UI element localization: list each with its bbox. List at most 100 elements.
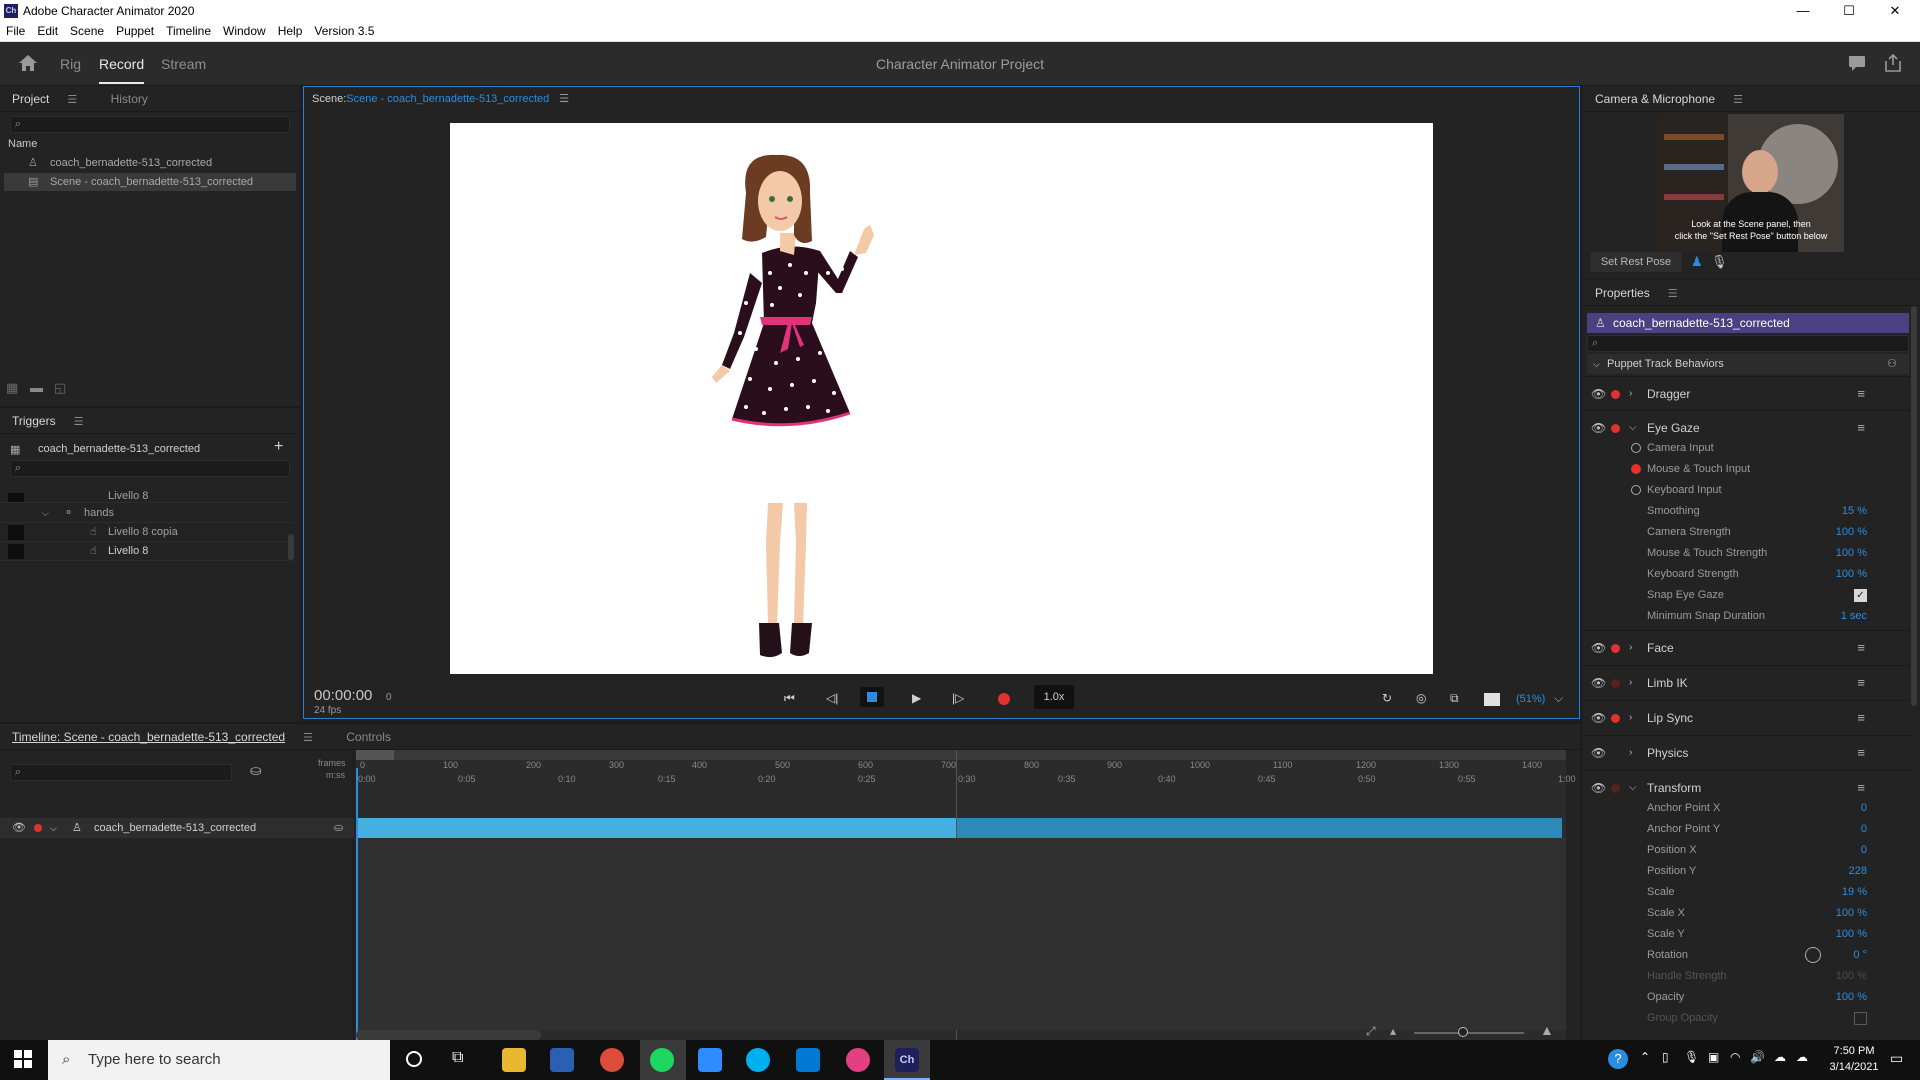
panel-menu-icon[interactable]: ☰ xyxy=(62,416,84,428)
cortana-icon[interactable] xyxy=(406,1051,422,1067)
hamburger-icon[interactable]: ≡ xyxy=(1857,666,1865,700)
chevron-right-icon[interactable]: › xyxy=(1629,377,1632,411)
trigger-row[interactable]: ☝ Livello 8 xyxy=(0,542,292,561)
tab-properties[interactable]: Properties xyxy=(1583,286,1650,300)
project-search-input[interactable]: ⌕ xyxy=(10,116,290,133)
chevron-right-icon[interactable]: › xyxy=(1629,631,1632,665)
zoom-in-icon[interactable]: ▲ xyxy=(1540,1022,1554,1038)
file-explorer-icon[interactable] xyxy=(502,1048,526,1072)
behavior-dragger[interactable]: 👁 › Dragger ≡ xyxy=(1583,376,1913,410)
loop-icon[interactable]: ↻ xyxy=(1382,691,1392,705)
record-button[interactable] xyxy=(998,693,1010,705)
tab-triggers[interactable]: Triggers xyxy=(0,414,56,428)
zoom-slider[interactable] xyxy=(1414,1032,1524,1034)
panel-menu-icon[interactable]: ☰ xyxy=(1656,288,1678,300)
menu-puppet[interactable]: Puppet xyxy=(110,22,160,41)
eye-icon[interactable]: 👁 xyxy=(1591,736,1606,770)
folder-icon[interactable]: ▬ xyxy=(30,380,43,395)
character-puppet[interactable] xyxy=(450,123,1433,674)
clock-time[interactable]: 7:50 PM xyxy=(1818,1045,1890,1057)
tab-camera-microphone[interactable]: Camera & Microphone xyxy=(1583,92,1715,106)
set-rest-pose-button[interactable]: Set Rest Pose xyxy=(1591,252,1681,272)
work-area-handle[interactable] xyxy=(356,750,394,760)
microphone-icon[interactable]: 🎙 xyxy=(1711,254,1728,270)
panel-menu-icon[interactable]: ☰ xyxy=(1721,94,1743,106)
param-value[interactable]: 19 % xyxy=(1842,882,1867,903)
menu-version[interactable]: Version 3.5 xyxy=(308,22,380,41)
work-area-bar[interactable] xyxy=(356,750,1566,760)
background-color-swatch[interactable] xyxy=(1484,693,1500,706)
menu-file[interactable]: File xyxy=(0,22,31,41)
param-value[interactable]: 0 xyxy=(1861,798,1867,819)
go-to-start-icon[interactable]: ⏮ xyxy=(784,691,795,706)
tab-project[interactable]: Project xyxy=(0,92,49,106)
taskbar-search-input[interactable]: ⌕ Type here to search xyxy=(48,1040,390,1080)
param-value[interactable]: 100 % xyxy=(1836,924,1867,945)
eye-icon[interactable]: 👁 xyxy=(12,818,26,838)
stop-button[interactable] xyxy=(860,687,884,707)
chevron-right-icon[interactable]: › xyxy=(1629,701,1632,735)
menu-scene[interactable]: Scene xyxy=(64,22,110,41)
tray-mic-icon[interactable]: 🎙 xyxy=(1684,1050,1699,1064)
eye-icon[interactable]: 👁 xyxy=(1591,377,1606,411)
param-value[interactable]: 228 xyxy=(1849,861,1867,882)
radio-button[interactable] xyxy=(1631,464,1641,474)
minimize-button[interactable]: — xyxy=(1780,0,1826,22)
clock-date[interactable]: 3/14/2021 xyxy=(1818,1061,1890,1073)
param-value[interactable]: 0 xyxy=(1861,819,1867,840)
param-value[interactable]: 100 % xyxy=(1836,543,1867,564)
add-behavior-icon[interactable]: ⚇ xyxy=(1887,354,1897,374)
behavior-limb-ik[interactable]: 👁 › Limb IK ≡ xyxy=(1583,665,1913,699)
tray-chevron-icon[interactable]: ⌃ xyxy=(1640,1050,1650,1064)
behavior-lip-sync[interactable]: 👁 › Lip Sync ≡ xyxy=(1583,700,1913,734)
record-arm-dot[interactable] xyxy=(34,824,42,832)
zoom-out-icon[interactable]: ▴ xyxy=(1390,1024,1396,1038)
chrome-icon[interactable] xyxy=(600,1048,624,1072)
timeline-scrollbar[interactable] xyxy=(356,1030,541,1040)
rotation-dial-icon[interactable] xyxy=(1805,947,1821,963)
scrollbar[interactable] xyxy=(288,534,294,560)
step-forward-icon[interactable]: |▷ xyxy=(952,691,964,705)
puppet-track-behaviors-header[interactable]: ⌵ Puppet Track Behaviors ⚇ xyxy=(1587,354,1909,374)
checkbox-checked[interactable]: ✓ xyxy=(1854,589,1867,602)
zoom-level[interactable]: (51%) xyxy=(1516,693,1545,705)
skype-icon[interactable] xyxy=(746,1048,770,1072)
chevron-down-icon[interactable]: ⌵ xyxy=(1554,691,1563,706)
record-arm-dot[interactable] xyxy=(1611,390,1620,399)
input-camera[interactable]: Camera Input xyxy=(1583,438,1913,459)
hamburger-icon[interactable]: ≡ xyxy=(1857,736,1865,770)
hamburger-icon[interactable]: ≡ xyxy=(1857,631,1865,665)
chevron-right-icon[interactable]: › xyxy=(1629,666,1632,700)
scene-stage[interactable] xyxy=(450,123,1433,674)
properties-scrollbar[interactable] xyxy=(1911,306,1917,706)
radio-button[interactable] xyxy=(1631,485,1641,495)
store-icon[interactable] xyxy=(796,1048,820,1072)
chevron-down-icon[interactable]: ⌵ xyxy=(42,504,49,523)
menu-help[interactable]: Help xyxy=(272,22,309,41)
hamburger-icon[interactable]: ≡ xyxy=(1857,377,1865,411)
trigger-row[interactable]: ☝ Livello 8 copia xyxy=(0,523,292,542)
menu-edit[interactable]: Edit xyxy=(31,22,64,41)
record-arm-dot[interactable] xyxy=(1611,679,1620,688)
panel-menu-icon[interactable]: ☰ xyxy=(559,93,569,105)
tab-controls[interactable]: Controls xyxy=(334,730,391,744)
tray-save-icon[interactable]: ▣ xyxy=(1708,1050,1719,1064)
step-back-icon[interactable]: ◁| xyxy=(826,691,838,705)
param-value[interactable]: 1 sec xyxy=(1841,606,1867,627)
param-value[interactable]: 15 % xyxy=(1842,501,1867,522)
camera-toggle-icon[interactable]: ♟ xyxy=(1691,254,1703,270)
lock-icon[interactable]: ⛀ xyxy=(334,818,343,838)
record-arm-dot[interactable] xyxy=(1611,424,1620,433)
param-value[interactable]: 0 ° xyxy=(1853,945,1867,966)
fit-icon[interactable]: ⤢ xyxy=(1366,1024,1376,1039)
trigger-row[interactable]: Livello 8 xyxy=(0,491,292,503)
scene-camera-icon[interactable]: ⛀ xyxy=(250,762,262,779)
panel-menu-icon[interactable]: ☰ xyxy=(55,94,77,106)
play-icon[interactable]: ▶ xyxy=(912,691,921,705)
param-value[interactable]: 100 % xyxy=(1836,564,1867,585)
zoom-slider-handle[interactable] xyxy=(1458,1027,1468,1037)
eye-icon[interactable]: 👁 xyxy=(1591,666,1606,700)
param-value[interactable]: 100 % xyxy=(1836,987,1867,1008)
eye-icon[interactable]: 👁 xyxy=(1591,631,1606,665)
radio-button[interactable] xyxy=(1631,443,1641,453)
